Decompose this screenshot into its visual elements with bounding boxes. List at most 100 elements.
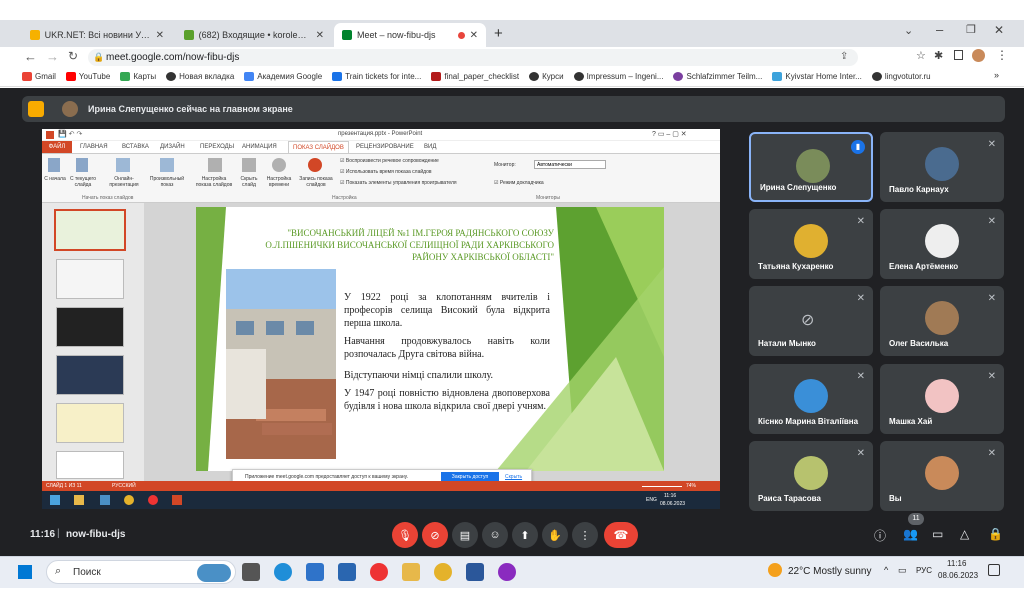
record-show-icon[interactable]	[308, 158, 322, 172]
participant-tile[interactable]: ✕ Елена Артёменко	[880, 209, 1004, 279]
participant-tile[interactable]: ✕ Олег Василька	[880, 286, 1004, 356]
tab-design[interactable]: ДИЗАЙН	[160, 144, 185, 150]
bookmark-item[interactable]: lingvotutor.ru	[871, 72, 931, 81]
edge-icon[interactable]	[274, 563, 292, 581]
participant-tile[interactable]: ✕ Вы	[880, 441, 1004, 511]
network-icon[interactable]: ▭	[898, 565, 907, 576]
tab-slideshow[interactable]: ПОКАЗ СЛАЙДОВ	[288, 141, 349, 153]
thumbnail-5[interactable]	[56, 403, 124, 443]
store-icon[interactable]	[306, 563, 324, 581]
share-page-icon[interactable]: ⇪	[840, 51, 848, 62]
captions-button[interactable]: ▤	[452, 522, 478, 548]
bookmark-item[interactable]: Gmail	[22, 72, 56, 81]
rehearse-timings-icon[interactable]	[272, 158, 286, 172]
controls-checkbox[interactable]: ☑ Показать элементы управления проигрыва…	[340, 180, 457, 186]
participant-tile[interactable]: ▮ Ирина Слепущенко	[749, 132, 873, 202]
monitor-select[interactable]: Автоматически	[534, 160, 606, 169]
close-tab-icon[interactable]: ✕	[470, 30, 478, 41]
bookmark-item[interactable]: Kyivstar Home Inter...	[772, 72, 862, 81]
word-icon[interactable]	[466, 563, 484, 581]
task-view-icon[interactable]	[242, 563, 260, 581]
extensions-icon[interactable]: ✱	[934, 49, 943, 62]
notifications-icon[interactable]	[988, 564, 1000, 576]
viber-icon[interactable]	[498, 563, 516, 581]
from-current-icon[interactable]	[76, 158, 88, 172]
activities-icon[interactable]: △	[960, 527, 969, 541]
thumbnail-1[interactable]	[54, 209, 126, 251]
participant-tile[interactable]: ✕ Татьяна Кухаренко	[749, 209, 873, 279]
maximize-icon[interactable]: ❐	[966, 23, 976, 36]
online-presentation-icon[interactable]	[116, 158, 130, 172]
chrome-icon[interactable]	[434, 563, 452, 581]
bookmark-item[interactable]: Train tickets for inte...	[332, 72, 421, 81]
setup-show-icon[interactable]	[208, 158, 222, 172]
bookmark-item[interactable]: Новая вкладка	[166, 72, 234, 81]
clock-date[interactable]: 08.06.2023	[938, 571, 978, 580]
leave-call-button[interactable]: ☎	[604, 522, 638, 548]
back-icon[interactable]: ←	[24, 49, 37, 64]
bookmark-item[interactable]: Карты	[120, 72, 156, 81]
taskbar-search[interactable]: ⌕ Поиск	[46, 560, 236, 584]
raise-hand-button[interactable]: ✋	[542, 522, 568, 548]
bookmark-item[interactable]: Академия Google	[244, 72, 322, 81]
camera-toggle-button[interactable]: ⊘	[422, 522, 448, 548]
browser-tab-mail[interactable]: (682) Входящие • koroleva-nv7! ✕	[176, 23, 332, 47]
close-tab-icon[interactable]: ✕	[156, 30, 164, 41]
more-bookmarks-icon[interactable]: »	[994, 70, 999, 80]
ppt-window-controls-icon[interactable]: ? ▭ – ▢ ✕	[652, 130, 687, 138]
new-tab-icon[interactable]: +	[494, 25, 503, 42]
tab-transitions[interactable]: ПЕРЕХОДЫ	[200, 144, 234, 150]
browser-tab-ukrnet[interactable]: UKR.NET: Всі новини України, о ✕	[22, 23, 172, 47]
weather-text[interactable]: 22°C Mostly sunny	[788, 566, 871, 577]
chat-icon[interactable]: ▭	[932, 527, 943, 541]
profile-avatar[interactable]	[972, 49, 985, 62]
tab-home[interactable]: ГЛАВНАЯ	[80, 144, 108, 150]
reload-icon[interactable]: ↻	[68, 49, 78, 63]
zoom-slider[interactable]	[642, 486, 682, 487]
minimize-icon[interactable]: –	[936, 22, 943, 37]
tab-animation[interactable]: АНИМАЦИЯ	[242, 144, 277, 150]
bookmark-item[interactable]: Impressum – Ingeni...	[573, 72, 663, 81]
tab-file[interactable]: ФАЙЛ	[42, 141, 72, 153]
opera-icon[interactable]	[370, 563, 388, 581]
present-button[interactable]: ⬆	[512, 522, 538, 548]
weather-icon[interactable]	[768, 563, 782, 577]
from-start-icon[interactable]	[48, 158, 60, 172]
windows-start-icon[interactable]	[18, 565, 32, 579]
forward-icon[interactable]: →	[46, 49, 59, 64]
people-icon[interactable]: 👥	[903, 527, 918, 541]
thumbnail-4[interactable]	[56, 355, 124, 395]
tab-insert[interactable]: ВСТАВКА	[122, 144, 149, 150]
bookmark-star-icon[interactable]: ☆	[916, 49, 926, 62]
file-explorer-icon[interactable]	[402, 563, 420, 581]
narrations-checkbox[interactable]: ☑ Воспроизвести речевое сопровождение	[340, 158, 439, 164]
host-controls-icon[interactable]: 🔒	[988, 527, 1003, 541]
more-options-button[interactable]: ⋮	[572, 522, 598, 548]
url-field[interactable]: 🔒 meet.google.com/now-fibu-djs ⇪	[88, 49, 858, 66]
thumbnail-6[interactable]	[56, 451, 124, 479]
side-panel-icon[interactable]	[954, 50, 963, 60]
participant-tile[interactable]: ⊘ ✕ Натали Мынко	[749, 286, 873, 356]
thumbnail-3[interactable]	[56, 307, 124, 347]
tab-search-icon[interactable]: ⌄	[904, 24, 913, 37]
close-tab-icon[interactable]: ✕	[316, 30, 324, 41]
timings-checkbox[interactable]: ☑ Использовать время показа слайдов	[340, 169, 432, 175]
menu-icon[interactable]: ⋮	[996, 48, 1008, 62]
close-window-icon[interactable]: ✕	[994, 23, 1004, 37]
bookmark-item[interactable]: YouTube	[65, 72, 110, 81]
participant-tile[interactable]: ✕ Раиса Тарасова	[749, 441, 873, 511]
quick-access-icon[interactable]: 💾 ↶ ↷	[58, 130, 82, 138]
tray-chevron-icon[interactable]: ^	[884, 565, 888, 575]
mic-toggle-button[interactable]: 🎙	[392, 522, 418, 548]
tab-view[interactable]: ВИД	[424, 144, 436, 150]
participant-tile[interactable]: ✕ Кiснко Марина Віталіївна	[749, 364, 873, 434]
bookmark-item[interactable]: Курси	[529, 72, 564, 81]
emoji-button[interactable]: ☺	[482, 522, 508, 548]
meeting-info-icon[interactable]: ⓘ	[874, 527, 886, 544]
bookmark-item[interactable]: final_paper_checklist	[431, 72, 519, 81]
participant-tile[interactable]: ✕ Машка Хай	[880, 364, 1004, 434]
presenter-view-checkbox[interactable]: ☑ Режим докладчика	[494, 180, 544, 186]
participant-tile[interactable]: ✕ Павло Карнаух	[880, 132, 1004, 202]
thumbnail-2[interactable]	[56, 259, 124, 299]
mail-icon[interactable]	[338, 563, 356, 581]
